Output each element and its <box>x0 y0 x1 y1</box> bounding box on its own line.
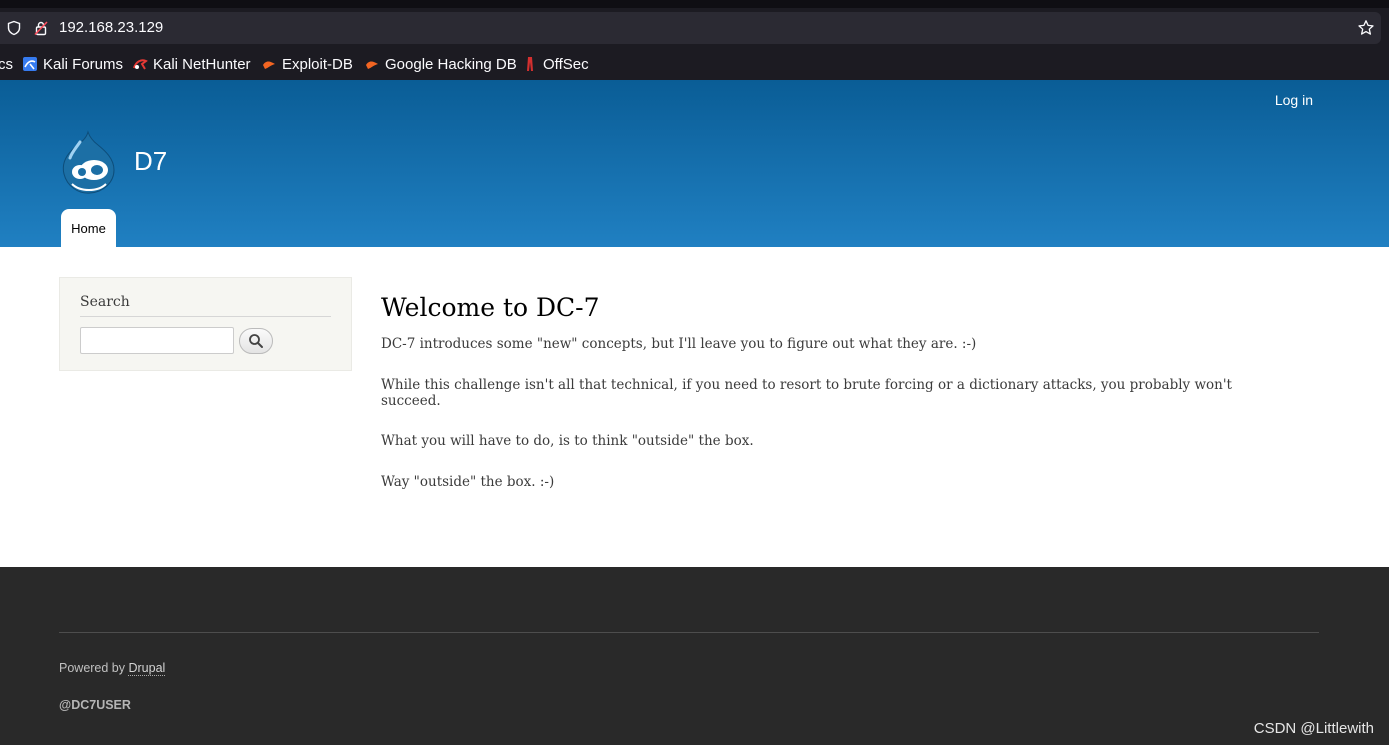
bookmark-label: cs <box>0 55 13 73</box>
bookmark-kali-forums[interactable]: Kali Forums <box>22 53 123 75</box>
browser-chrome: 192.168.23.129 cs Kali Forums Kali NetHu… <box>0 0 1389 80</box>
footer-divider <box>59 632 1319 633</box>
bookmark-kali-nethunter[interactable]: Kali NetHunter <box>132 53 251 75</box>
search-icon <box>249 334 263 348</box>
exploit-db-icon <box>263 61 275 69</box>
bookmark-label: Exploit-DB <box>282 55 353 73</box>
watermark: CSDN @Littlewith <box>1253 720 1374 737</box>
tab-strip <box>0 0 1389 8</box>
content-paragraph: While this challenge isn't all that tech… <box>381 376 1232 409</box>
bookmark-google-hacking-db[interactable]: Google Hacking DB <box>364 53 517 75</box>
offsec-icon <box>527 57 533 71</box>
site-name[interactable]: D7 <box>134 146 167 177</box>
content-paragraph: Way "outside" the box. :-) <box>381 473 555 490</box>
address-bar[interactable]: 192.168.23.129 <box>0 12 1381 44</box>
footer-user-tag: @DC7USER <box>59 698 131 712</box>
main-content: Welcome to DC-7 DC-7 introduces some "ne… <box>381 292 1281 514</box>
content-paragraph: What you will have to do, is to think "o… <box>381 433 754 449</box>
login-link[interactable]: Log in <box>1275 92 1313 108</box>
nav-tab-home[interactable]: Home <box>61 209 116 247</box>
content-paragraph: DC-7 introduces some "new" concepts, but… <box>381 336 977 352</box>
site-header: Log in D7 Home <box>0 80 1389 247</box>
drupal-logo-icon[interactable] <box>58 130 118 196</box>
search-button[interactable] <box>239 328 273 354</box>
bookmark-label: Kali Forums <box>43 55 124 73</box>
bookmark-label: Kali NetHunter <box>153 55 251 73</box>
search-input[interactable] <box>80 327 234 354</box>
drupal-link[interactable]: Drupal <box>128 661 166 676</box>
bookmark-offsec[interactable]: OffSec <box>522 53 589 75</box>
kali-forums-icon <box>23 57 37 71</box>
search-block-title: Search <box>80 294 130 310</box>
bookmark-label: OffSec <box>543 55 589 73</box>
page-title: Welcome to DC-7 <box>381 293 600 322</box>
url-text[interactable]: 192.168.23.129 <box>59 18 163 38</box>
search-block: Search <box>59 277 352 371</box>
site-footer: Powered by Drupal @DC7USER CSDN @Littlew… <box>0 567 1389 745</box>
bookmarks-toolbar: cs Kali Forums Kali NetHunter Exploit-DB <box>0 50 1389 78</box>
kali-nethunter-icon <box>133 59 148 70</box>
powered-by: Powered by Drupal <box>59 661 166 676</box>
bookmark-label: Google Hacking DB <box>385 55 517 73</box>
tracking-protection-icon[interactable] <box>6 20 22 36</box>
bookmark-exploit-db[interactable]: Exploit-DB <box>261 53 353 75</box>
divider <box>80 316 331 317</box>
insecure-lock-icon[interactable] <box>33 20 49 36</box>
bookmark-star-icon[interactable] <box>1357 19 1375 37</box>
ghdb-icon <box>366 61 378 69</box>
powered-by-prefix: Powered by <box>59 661 129 675</box>
bookmark-kali-docs[interactable]: cs <box>0 53 13 75</box>
